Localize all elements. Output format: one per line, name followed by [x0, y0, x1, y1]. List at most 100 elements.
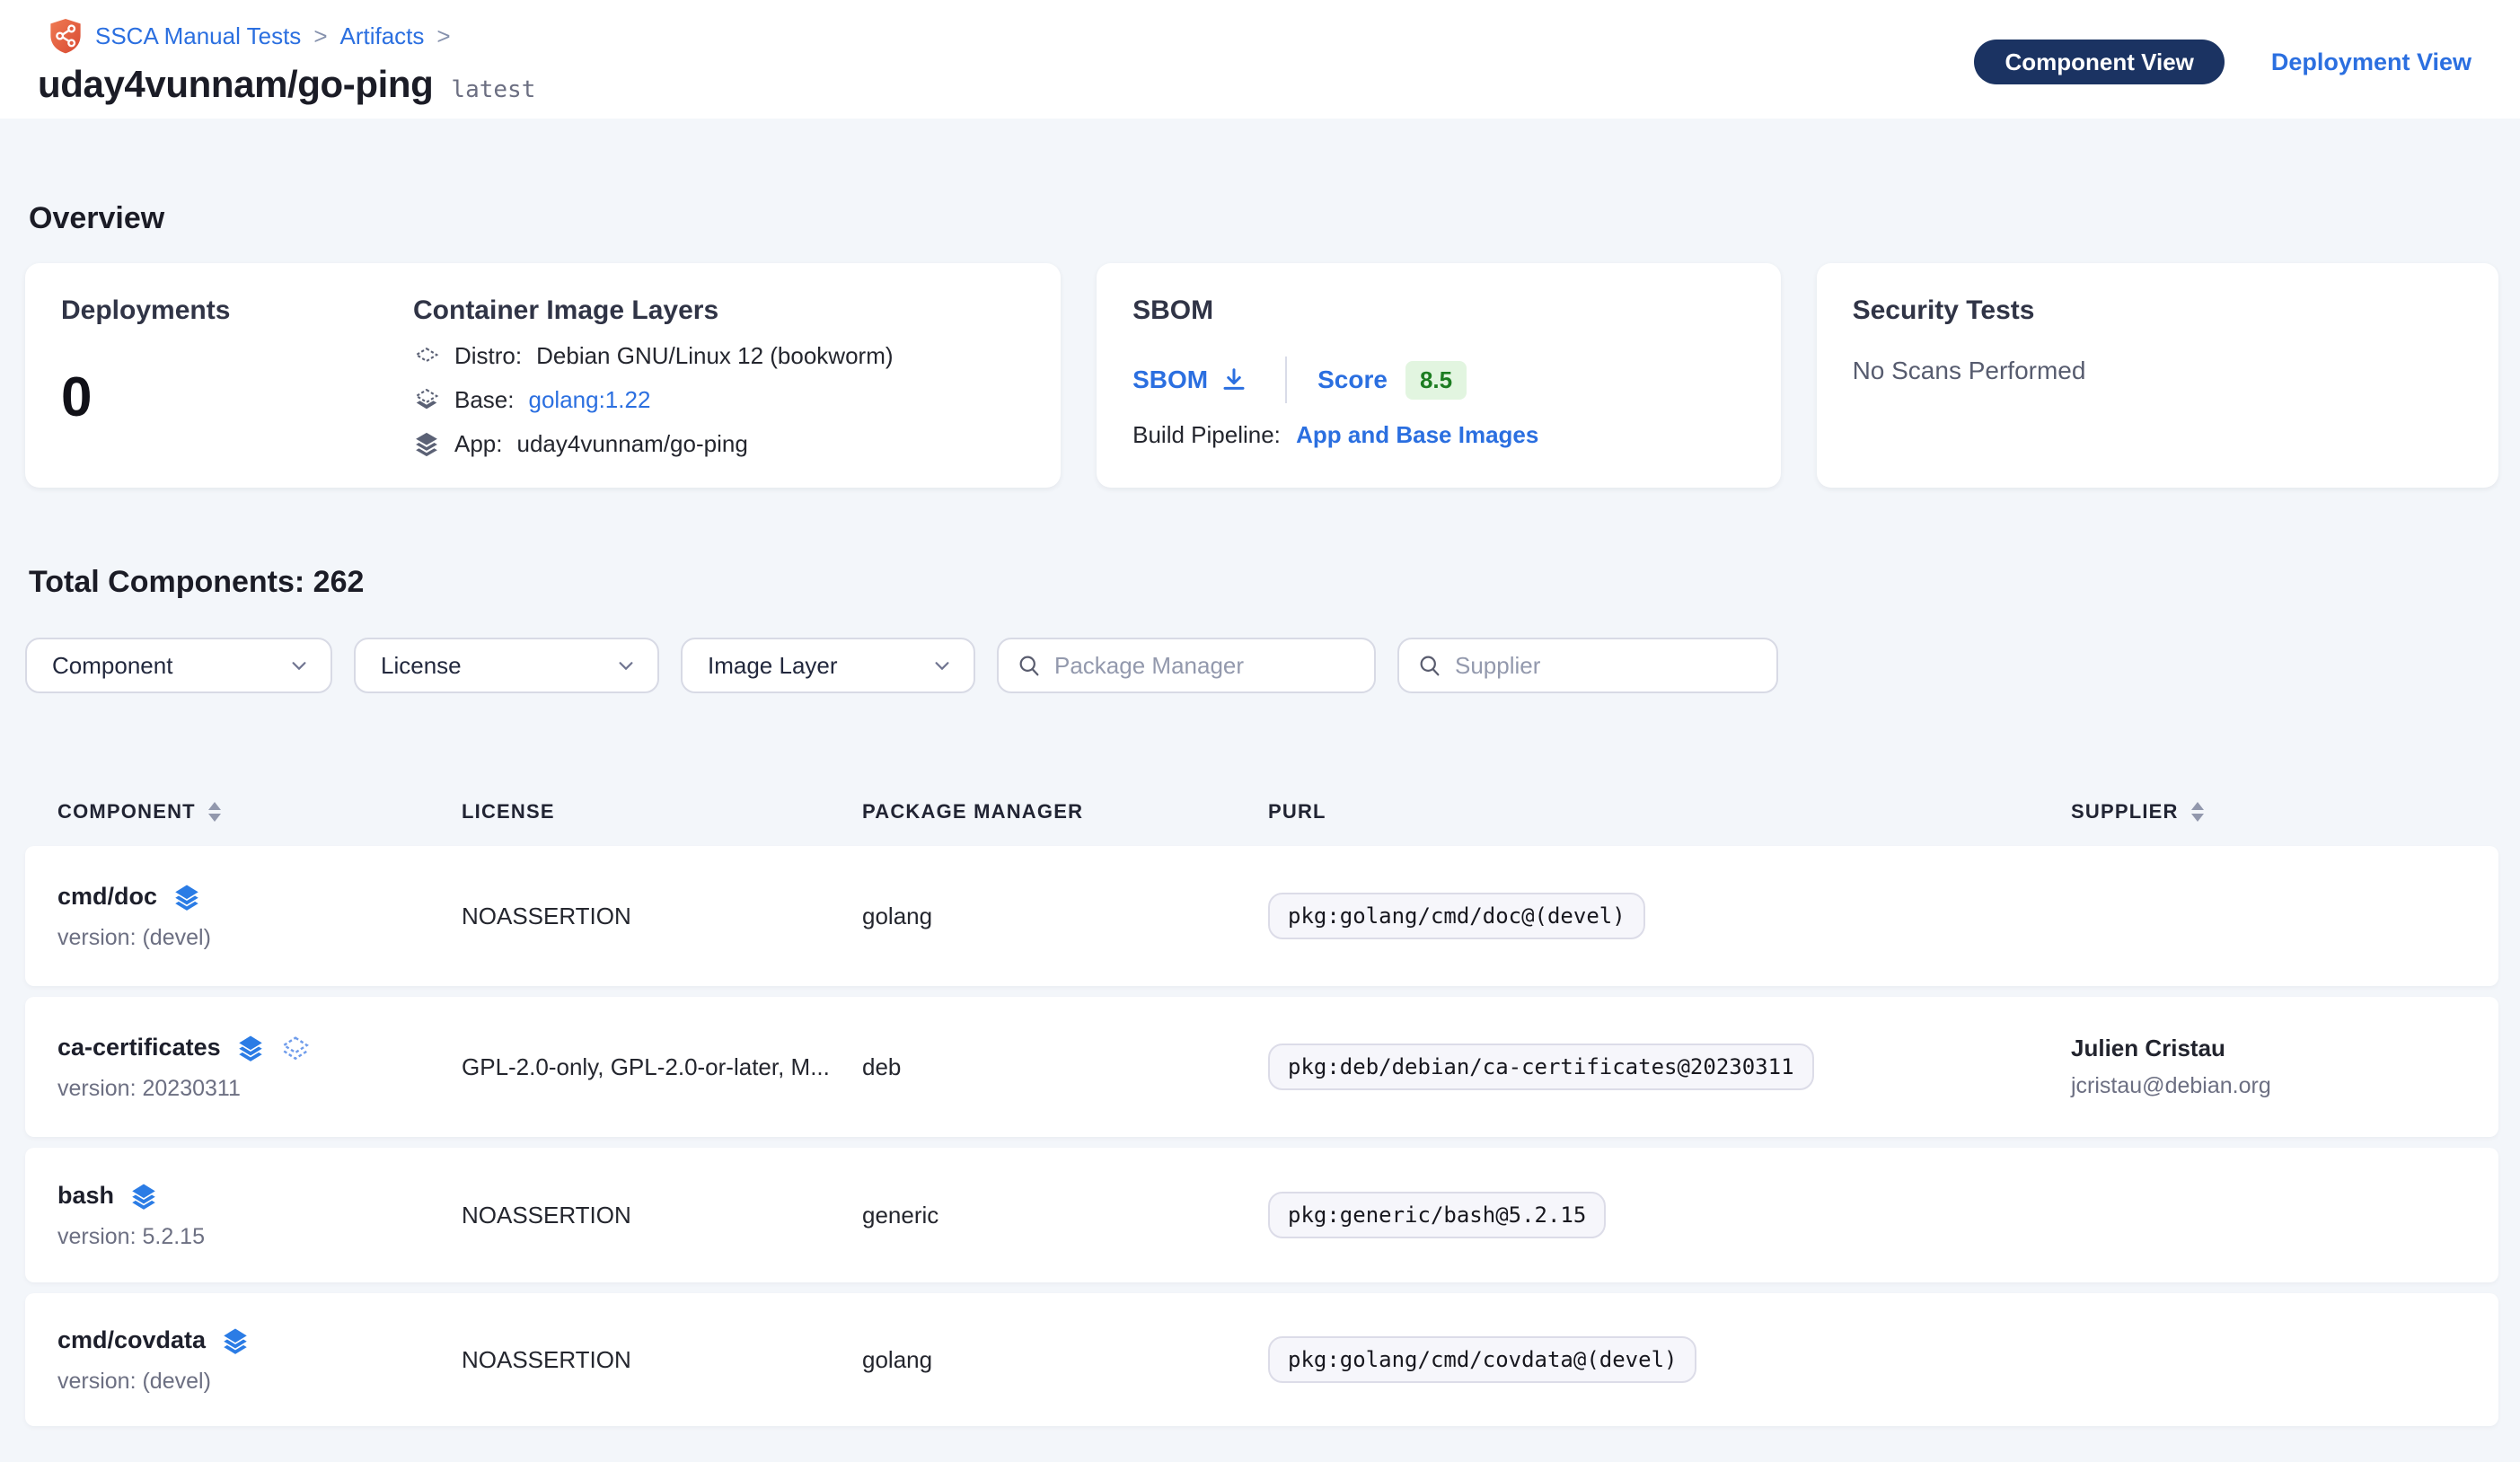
filter-bar: Component License Image Layer: [25, 638, 2498, 693]
app-layer-icon: [235, 1033, 266, 1063]
supplier-search: [1397, 638, 1778, 693]
sbom-card: SBOM SBOM Score 8.5 Build Pipeline: App …: [1097, 263, 1780, 488]
distro-layer-icon: [413, 343, 440, 370]
column-header-purl: PURL: [1268, 800, 2071, 823]
purl-header-label: PURL: [1268, 800, 1326, 823]
component-name: bash: [57, 1182, 114, 1210]
app-value: uday4vunnam/go-ping: [517, 430, 748, 458]
component-view-button[interactable]: Component View: [1974, 40, 2224, 84]
base-image-link[interactable]: golang:1.22: [529, 386, 651, 414]
purl-chip: pkg:generic/bash@5.2.15: [1268, 1192, 1606, 1238]
component-name: cmd/doc: [57, 883, 157, 911]
table-header: COMPONENT LICENSE PACKAGE MANAGER PURL S…: [25, 788, 2498, 835]
table-row[interactable]: bash version: 5.2.15 NOASSERTION generic…: [25, 1148, 2498, 1282]
component-version: version: 5.2.15: [57, 1224, 462, 1250]
deployment-view-button[interactable]: Deployment View: [2271, 48, 2472, 76]
component-version: version: (devel): [57, 925, 462, 951]
table-row[interactable]: ca-certificates version: 20230311 GPL-2.…: [25, 997, 2498, 1137]
column-header-license: LICENSE: [462, 800, 862, 823]
license-header-label: LICENSE: [462, 800, 555, 823]
purl-chip: pkg:golang/cmd/covdata@(devel): [1268, 1336, 1696, 1383]
supplier-search-input[interactable]: [1455, 652, 1758, 680]
search-icon: [1017, 653, 1042, 678]
license-cell: GPL-2.0-only, GPL-2.0-or-later, M...: [462, 1053, 862, 1081]
table-row[interactable]: cmd/covdata version: (devel) NOASSERTION…: [25, 1293, 2498, 1426]
breadcrumb-artifacts-link[interactable]: Artifacts: [340, 22, 425, 50]
image-layer-filter-dropdown[interactable]: Image Layer: [681, 638, 975, 693]
total-components-heading: Total Components: 262: [29, 565, 2498, 600]
package-manager-search-input[interactable]: [1054, 652, 1356, 680]
divider: [1285, 357, 1287, 403]
supplier-name: Julien Cristau: [2071, 1035, 2466, 1062]
component-version: version: (devel): [57, 1369, 462, 1395]
view-toggle: Component View Deployment View: [1974, 40, 2472, 84]
page-title: uday4vunnam/go-ping: [38, 63, 433, 106]
package-manager-header-label: PACKAGE MANAGER: [862, 800, 1083, 823]
breadcrumb: SSCA Manual Tests > Artifacts >: [38, 16, 535, 56]
distro-layer-icon: [280, 1033, 311, 1063]
sort-icon[interactable]: [2191, 802, 2204, 822]
build-pipeline-label: Build Pipeline:: [1132, 421, 1281, 448]
package-manager-search: [997, 638, 1376, 693]
table-row[interactable]: cmd/doc version: (devel) NOASSERTION gol…: [25, 846, 2498, 986]
column-header-package-manager: PACKAGE MANAGER: [862, 800, 1268, 823]
sbom-card-title: SBOM: [1132, 295, 1744, 326]
breadcrumb-project-link[interactable]: SSCA Manual Tests: [95, 22, 301, 50]
title-row: uday4vunnam/go-ping latest: [38, 63, 535, 106]
component-name: cmd/covdata: [57, 1326, 206, 1354]
sbom-download-link[interactable]: SBOM: [1132, 366, 1247, 394]
license-cell: NOASSERTION: [462, 1346, 862, 1374]
download-icon: [1220, 366, 1247, 393]
column-header-component[interactable]: COMPONENT: [57, 800, 462, 823]
ssca-shield-logo-icon: [48, 17, 83, 55]
app-layer-line: App: uday4vunnam/go-ping: [413, 430, 894, 458]
purl-chip: pkg:golang/cmd/doc@(devel): [1268, 893, 1645, 939]
build-pipeline-row: Build Pipeline: App and Base Images: [1132, 421, 1744, 449]
sbom-score-badge: 8.5: [1405, 361, 1467, 400]
app-label: App:: [454, 430, 503, 458]
container-layers-title: Container Image Layers: [413, 295, 894, 326]
supplier-email: jcristau@debian.org: [2071, 1073, 2466, 1099]
security-tests-card: Security Tests No Scans Performed: [1817, 263, 2498, 488]
overview-cards: Deployments 0 Container Image Layers Dis…: [25, 263, 2498, 488]
deployments-count: 0: [61, 366, 413, 429]
base-layer-icon: [413, 387, 440, 414]
artifact-tag-label: latest: [451, 76, 535, 103]
package-manager-cell: golang: [862, 903, 1268, 930]
purl-chip: pkg:deb/debian/ca-certificates@20230311: [1268, 1044, 1814, 1090]
base-layer-line: Base: golang:1.22: [413, 386, 894, 414]
build-pipeline-link[interactable]: App and Base Images: [1296, 421, 1538, 448]
license-cell: NOASSERTION: [462, 1202, 862, 1229]
app-layer-icon: [128, 1181, 159, 1211]
deployments-title: Deployments: [61, 295, 413, 326]
sort-icon[interactable]: [208, 802, 221, 822]
component-filter-dropdown[interactable]: Component: [25, 638, 332, 693]
distro-label: Distro:: [454, 342, 522, 370]
component-version: version: 20230311: [57, 1076, 462, 1102]
license-filter-label: License: [381, 652, 462, 680]
deployments-layers-card: Deployments 0 Container Image Layers Dis…: [25, 263, 1061, 488]
app-layer-icon: [413, 431, 440, 458]
app-layer-icon: [172, 882, 202, 912]
image-layer-filter-label: Image Layer: [708, 652, 838, 680]
component-filter-label: Component: [52, 652, 172, 680]
chevron-down-icon: [932, 656, 952, 675]
breadcrumb-separator: >: [313, 22, 327, 50]
column-header-supplier[interactable]: SUPPLIER: [2071, 800, 2466, 823]
page-header: SSCA Manual Tests > Artifacts > uday4vun…: [0, 0, 2520, 119]
app-layer-icon: [220, 1325, 251, 1356]
license-cell: NOASSERTION: [462, 903, 862, 930]
package-manager-cell: golang: [862, 1346, 1268, 1374]
supplier-header-label: SUPPLIER: [2071, 800, 2179, 823]
overview-heading: Overview: [29, 201, 2498, 236]
component-header-label: COMPONENT: [57, 800, 196, 823]
security-tests-title: Security Tests: [1853, 295, 2463, 326]
package-manager-cell: deb: [862, 1053, 1268, 1081]
sbom-score-label: Score: [1317, 366, 1388, 394]
license-filter-dropdown[interactable]: License: [354, 638, 659, 693]
component-name: ca-certificates: [57, 1034, 221, 1061]
distro-layer-line: Distro: Debian GNU/Linux 12 (bookworm): [413, 342, 894, 370]
chevron-down-icon: [616, 656, 636, 675]
breadcrumb-separator: >: [436, 22, 450, 50]
base-label: Base:: [454, 386, 515, 414]
